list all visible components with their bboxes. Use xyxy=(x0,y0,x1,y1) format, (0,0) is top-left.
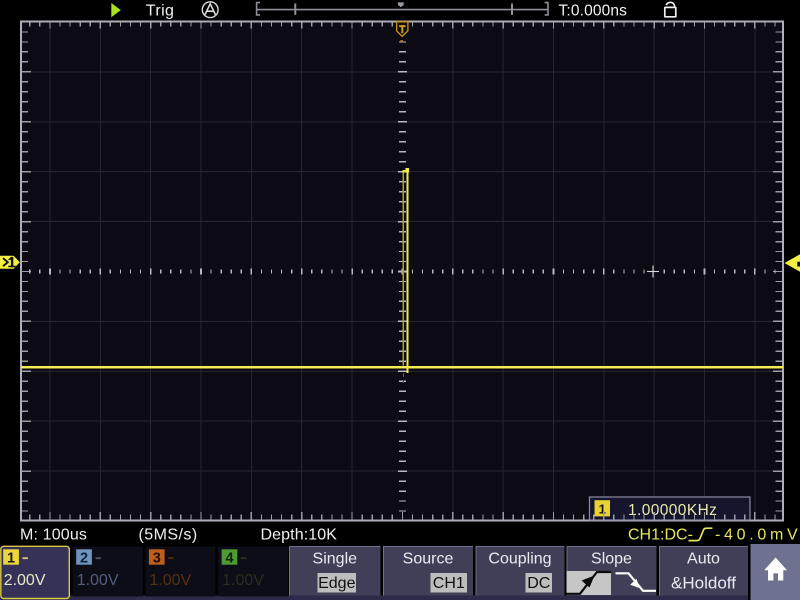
svg-text:M: 100us: M: 100us xyxy=(20,527,87,544)
svg-text:1.00V: 1.00V xyxy=(149,572,191,589)
svg-text:Edge: Edge xyxy=(318,575,355,592)
svg-text:T:0.000ns: T:0.000ns xyxy=(559,2,628,19)
svg-text:1: 1 xyxy=(599,502,606,517)
svg-text:Coupling: Coupling xyxy=(488,551,551,568)
svg-text:Auto: Auto xyxy=(687,551,720,568)
svg-text:2: 2 xyxy=(80,551,88,567)
svg-text:(5MS/s): (5MS/s) xyxy=(139,527,198,544)
svg-text:1: 1 xyxy=(7,551,15,567)
svg-text:CH1:DC-: CH1:DC- xyxy=(628,527,693,544)
svg-text:Source: Source xyxy=(403,551,454,568)
svg-text:1.00V: 1.00V xyxy=(222,572,264,589)
svg-text:Slope: Slope xyxy=(591,551,632,568)
svg-text:1.00V: 1.00V xyxy=(77,572,119,589)
svg-text:-40.0mV: -40.0mV xyxy=(715,527,800,544)
svg-text:CH1: CH1 xyxy=(433,575,465,592)
svg-text:Single: Single xyxy=(313,551,358,568)
svg-text:Depth:10K: Depth:10K xyxy=(261,527,338,544)
svg-text:2.00V: 2.00V xyxy=(4,572,46,589)
svg-text:3: 3 xyxy=(153,551,161,567)
svg-text:&Holdoff: &Holdoff xyxy=(671,574,736,593)
svg-text:4: 4 xyxy=(225,551,233,567)
svg-text:DC: DC xyxy=(527,575,550,592)
svg-text:Trig: Trig xyxy=(146,2,175,19)
